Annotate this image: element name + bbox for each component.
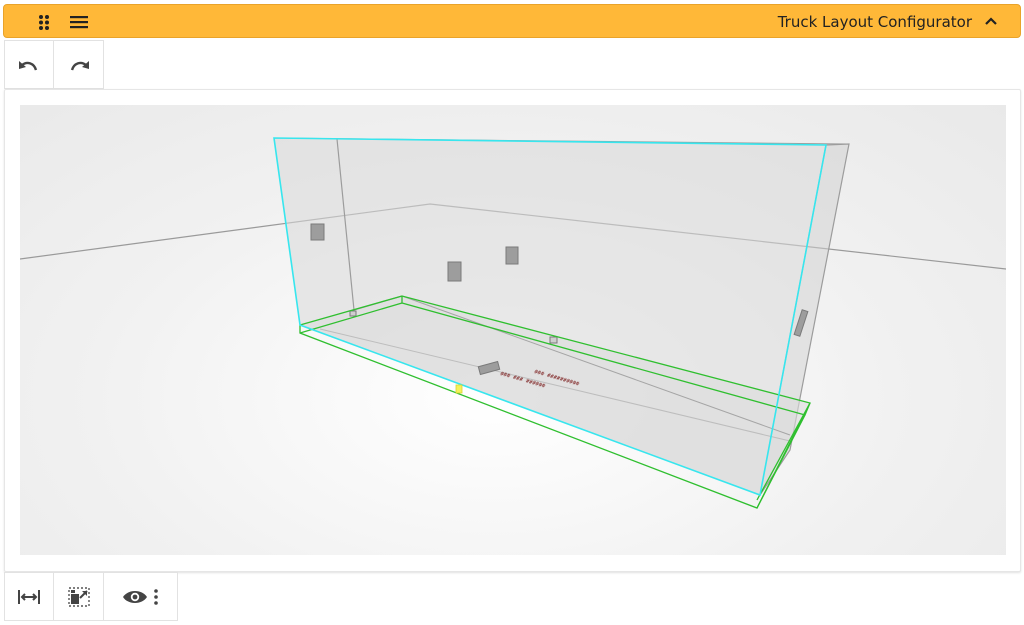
visibility-menu-button[interactable] (104, 572, 178, 621)
3d-viewport[interactable]: ### ### ###### ### ########## (20, 105, 1006, 555)
history-toolbar (4, 40, 104, 89)
snap-toggle-button[interactable] (54, 572, 104, 621)
redo-button[interactable] (54, 40, 104, 89)
snap-grid-icon (67, 586, 90, 607)
app-title: Truck Layout Configurator (777, 13, 972, 31)
chevron-up-icon[interactable] (980, 11, 1002, 33)
title-bar: Truck Layout Configurator (3, 4, 1021, 38)
hamburger-menu-icon[interactable] (66, 11, 92, 33)
anchor-marker[interactable] (455, 384, 463, 394)
truck-body[interactable] (273, 137, 850, 496)
undo-button[interactable] (4, 40, 54, 89)
redo-icon (70, 60, 89, 70)
fit-width-icon (18, 589, 40, 604)
fit-width-button[interactable] (4, 572, 54, 621)
view-toolbar (4, 572, 178, 621)
undo-icon (19, 60, 38, 70)
drag-dots-icon[interactable] (34, 13, 56, 31)
eye-icon (122, 588, 158, 605)
